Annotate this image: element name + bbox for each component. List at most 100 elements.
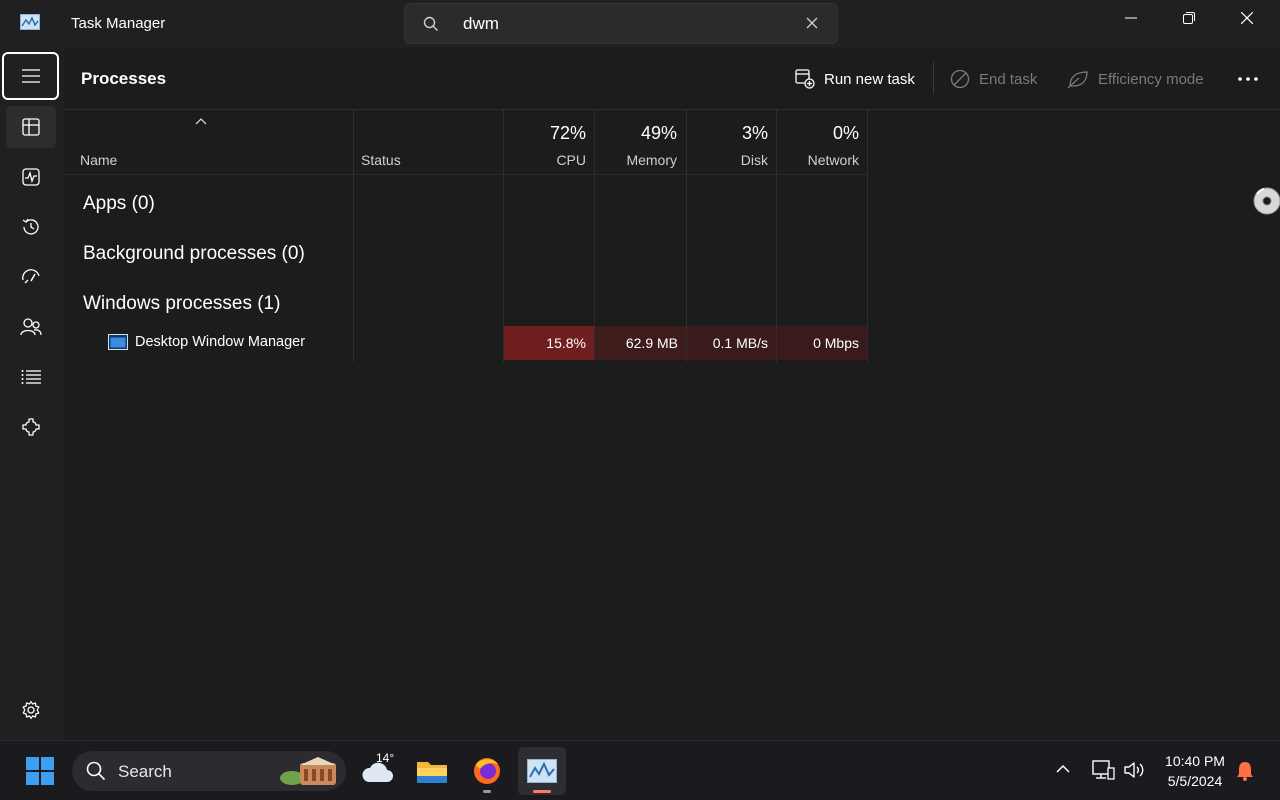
efficiency-mode-button[interactable]: Efficiency mode: [1067, 66, 1204, 92]
column-status[interactable]: Status: [361, 152, 401, 168]
menu-button[interactable]: [2, 52, 59, 100]
minimize-button[interactable]: [1102, 0, 1160, 36]
cpu-value: 15.8%: [546, 335, 586, 351]
header-divider: [64, 109, 1280, 110]
nav-settings[interactable]: [6, 689, 56, 731]
toolbar-separator: [933, 62, 934, 94]
group-windows-processes[interactable]: Windows processes (1): [83, 293, 280, 315]
volume-icon[interactable]: [1123, 760, 1145, 780]
app-title: Task Manager: [71, 15, 166, 32]
minimize-icon: [1125, 17, 1137, 19]
end-task-label: End task: [979, 70, 1038, 88]
column-cpu[interactable]: CPU: [504, 152, 586, 168]
nav-users[interactable]: [6, 306, 56, 348]
folder-icon: [417, 762, 447, 783]
active-app-indicator: [533, 790, 551, 793]
navigation-pane: [0, 48, 64, 740]
disk-value: 0.1 MB/s: [712, 335, 768, 351]
performance-icon: [22, 168, 40, 186]
firefox-icon: [474, 758, 500, 784]
more-options-button[interactable]: [1232, 66, 1264, 92]
group-background-processes[interactable]: Background processes (0): [83, 243, 305, 265]
search-highlight-icon: [280, 757, 336, 785]
sort-ascending-icon[interactable]: [195, 117, 207, 125]
taskbar-search[interactable]: Search: [72, 751, 346, 791]
clear-search-icon[interactable]: [805, 16, 819, 30]
column-divider: [686, 110, 687, 362]
more-icon: [1238, 77, 1258, 81]
weather-temperature: 14°: [376, 751, 395, 765]
nav-details[interactable]: [6, 356, 56, 398]
column-name[interactable]: Name: [80, 152, 117, 168]
column-header-divider: [64, 174, 867, 175]
efficiency-mode-label: Efficiency mode: [1098, 70, 1204, 88]
page-title: Processes: [81, 69, 167, 88]
search-icon: [423, 16, 438, 31]
process-name: Desktop Window Manager: [135, 334, 306, 350]
leaf-icon: [1067, 71, 1088, 89]
close-button[interactable]: [1218, 0, 1276, 36]
windows-logo-icon: [26, 757, 54, 785]
search-box[interactable]: [404, 3, 838, 44]
search-icon: [86, 761, 106, 781]
end-task-button[interactable]: End task: [950, 66, 1037, 92]
start-button[interactable]: [16, 747, 64, 795]
column-divider: [594, 110, 595, 362]
network-total[interactable]: 0%: [777, 123, 859, 144]
memory-total[interactable]: 49%: [595, 123, 677, 144]
nav-processes[interactable]: [6, 106, 56, 148]
run-new-task-label: Run new task: [824, 70, 915, 88]
clock-date: 5/5/2024: [1167, 773, 1223, 789]
network-icon[interactable]: [1091, 759, 1115, 781]
nav-startup-apps[interactable]: [6, 256, 56, 298]
firefox-button[interactable]: [463, 747, 511, 795]
group-apps[interactable]: Apps (0): [83, 193, 155, 215]
column-divider: [867, 110, 868, 362]
title-bar: Task Manager: [0, 0, 1280, 48]
restore-button[interactable]: [1160, 0, 1218, 36]
task-manager-icon: [527, 759, 557, 783]
users-icon: [20, 318, 42, 336]
column-disk[interactable]: Disk: [687, 152, 768, 168]
column-divider: [503, 110, 504, 362]
nav-app-history[interactable]: [6, 206, 56, 248]
details-icon: [21, 370, 41, 384]
memory-cell: 62.9 MB: [595, 326, 686, 360]
taskbar: Search 14° 10:40 PM 5/5/2024: [0, 740, 1280, 800]
gear-icon: [22, 700, 40, 720]
disk-total[interactable]: 3%: [687, 123, 768, 144]
file-explorer-button[interactable]: [408, 747, 456, 795]
cpu-cell: 15.8%: [504, 326, 594, 360]
taskbar-search-label: Search: [118, 762, 172, 781]
column-network[interactable]: Network: [777, 152, 859, 168]
services-icon: [22, 418, 40, 436]
column-memory[interactable]: Memory: [595, 152, 677, 168]
task-manager-icon: [20, 14, 40, 30]
running-indicator: [483, 790, 491, 793]
processes-icon: [22, 118, 40, 136]
end-task-icon: [950, 69, 970, 89]
disc-icon: [1253, 187, 1280, 215]
run-new-task-button[interactable]: Run new task: [795, 66, 915, 92]
task-manager-taskbar-button[interactable]: [518, 747, 566, 795]
network-value: 0 Mbps: [813, 335, 859, 351]
nav-performance[interactable]: [6, 156, 56, 198]
notification-bell-icon[interactable]: [1236, 760, 1254, 781]
hamburger-icon: [21, 69, 40, 83]
clock[interactable]: 10:40 PM 5/5/2024: [1150, 751, 1240, 791]
search-input[interactable]: [463, 10, 783, 38]
column-divider: [776, 110, 777, 362]
cpu-total[interactable]: 72%: [504, 123, 586, 144]
network-cell: 0 Mbps: [777, 326, 867, 360]
nav-services[interactable]: [6, 406, 56, 448]
column-divider: [353, 110, 354, 362]
startup-icon: [22, 269, 40, 284]
history-icon: [22, 218, 39, 235]
close-icon: [1241, 12, 1253, 24]
run-task-icon: [795, 69, 815, 89]
window-app-icon: [108, 334, 128, 350]
clock-time: 10:40 PM: [1165, 753, 1225, 769]
disk-cell: 0.1 MB/s: [687, 326, 776, 360]
chevron-up-icon[interactable]: [1055, 763, 1071, 775]
restore-icon: [1183, 12, 1195, 24]
